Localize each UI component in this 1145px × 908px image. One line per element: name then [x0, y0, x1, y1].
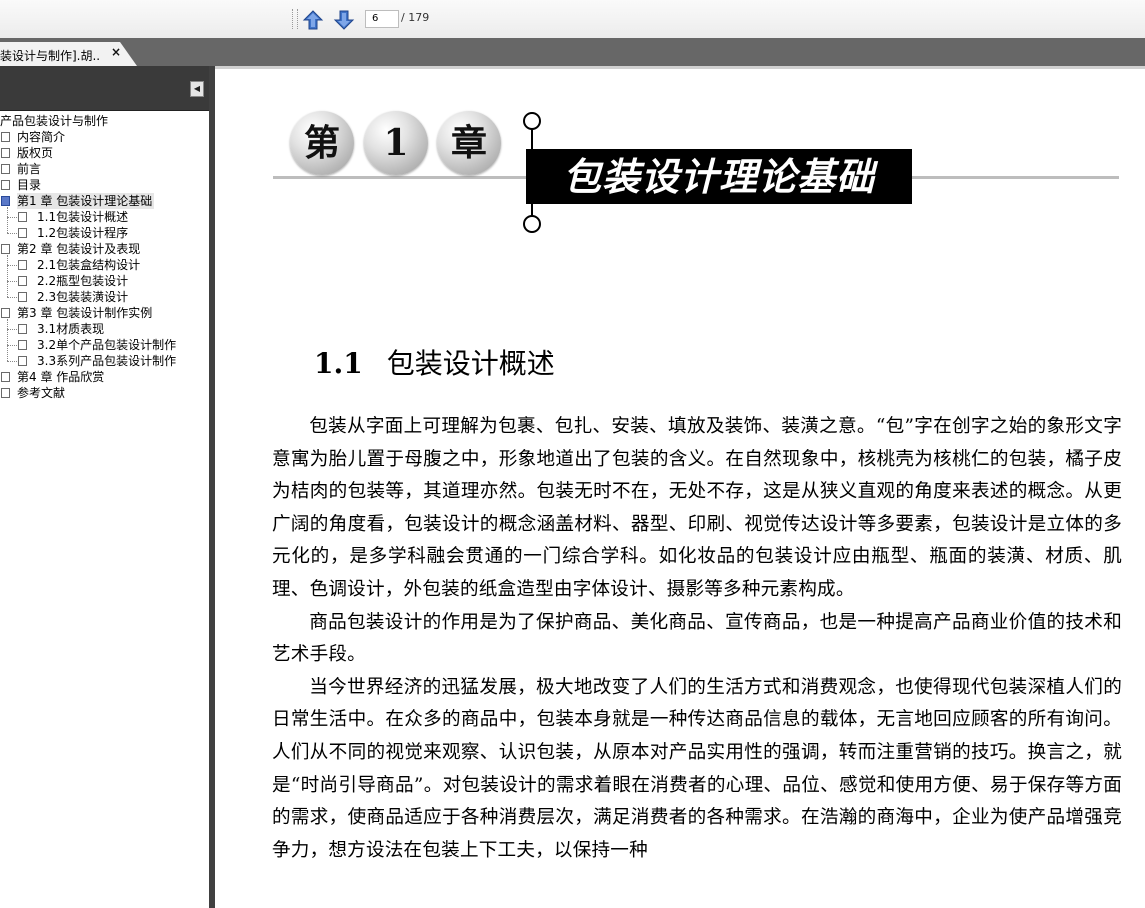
- bookmark-page-icon: [18, 292, 27, 302]
- section-heading: 1.1 包装设计概述: [314, 342, 555, 382]
- bookmark-page-icon: [1, 132, 10, 142]
- bookmark-page-icon: [18, 260, 27, 270]
- page-total: / 179: [401, 11, 430, 24]
- bookmark-label: 第3 章 包装设计制作实例: [17, 306, 153, 320]
- chapter-char-3: 章: [450, 122, 487, 164]
- bookmark-page-icon: [18, 212, 27, 222]
- ring-bottom: [523, 215, 541, 233]
- bookmark-item[interactable]: 产品包装设计与制作: [0, 113, 209, 129]
- arrow-up-icon: [302, 10, 324, 30]
- bookmark-item[interactable]: 2.1包装盒结构设计: [0, 257, 209, 273]
- tree-guide: [7, 207, 8, 233]
- bookmark-label: 2.2瓶型包装设计: [37, 274, 129, 288]
- bookmark-page-icon: [1, 196, 10, 206]
- bookmark-page-icon: [1, 148, 10, 158]
- chapter-badge-di: 第: [290, 111, 354, 175]
- bookmark-label: 版权页: [17, 146, 54, 160]
- bookmark-panel-header: ◀: [0, 66, 209, 111]
- bookmark-page-icon: [18, 356, 27, 366]
- chapter-badge-number: 1: [364, 111, 428, 175]
- bookmark-item[interactable]: 2.3包装装潢设计: [0, 289, 209, 305]
- tree-connector: [7, 297, 17, 298]
- section-title: 包装设计概述: [386, 347, 555, 380]
- section-number: 1.1: [314, 347, 363, 380]
- bookmark-item[interactable]: 1.1包装设计概述: [0, 209, 209, 225]
- tree-connector: [7, 329, 17, 330]
- bookmark-item[interactable]: 版权页: [0, 145, 209, 161]
- chapter-char-2: 1: [383, 122, 409, 164]
- paragraph: 当今世界经济的迅猛发展，极大地改变了人们的生活方式和消费观念，也使得现代包装深植…: [272, 676, 1122, 861]
- bookmark-label: 第4 章 作品欣赏: [17, 370, 105, 384]
- tree-connector: [7, 361, 17, 362]
- tree-connector: [7, 345, 17, 346]
- bookmark-label: 3.2单个产品包装设计制作: [37, 338, 177, 352]
- bookmark-label: 2.1包装盒结构设计: [37, 258, 141, 272]
- bookmark-page-icon: [1, 388, 10, 398]
- tree-guide: [7, 255, 8, 297]
- bookmark-label: 第1 章 包装设计理论基础: [17, 193, 155, 209]
- bookmark-item[interactable]: 目录: [0, 177, 209, 193]
- bookmark-label: 3.3系列产品包装设计制作: [37, 354, 177, 368]
- paragraph: 包装从字面上可理解为包裹、包扎、安装、填放及装饰、装潢之意。“包”字在创字之始的…: [272, 416, 1122, 600]
- document-tab[interactable]: 装设计与制作].胡... ×: [0, 42, 137, 66]
- bookmark-page-icon: [18, 324, 27, 334]
- bookmark-tree: 产品包装设计与制作内容简介版权页前言目录 第1 章 包装设计理论基础 1.1包装设计…: [0, 113, 209, 401]
- paragraph: 商品包装设计的作用是为了保护商品、美化商品、宣传商品，也是一种提高产品商业价值的…: [272, 611, 1122, 666]
- bookmark-item[interactable]: 参考文献: [0, 385, 209, 401]
- bookmark-item[interactable]: 3.3系列产品包装设计制作: [0, 353, 209, 369]
- document-tab-label: 装设计与制作].胡...: [0, 49, 100, 63]
- bookmark-label: 产品包装设计与制作: [0, 114, 109, 128]
- document-page: 第 1 章 包装设计理论基础 1.1 包装设计概述 包装从字面上可理解为包裹、包扎…: [215, 66, 1145, 908]
- bookmark-label: 内容简介: [17, 130, 66, 144]
- close-icon[interactable]: ×: [111, 45, 121, 59]
- bookmark-item[interactable]: 内容简介: [0, 129, 209, 145]
- chapter-title: 包装设计理论基础: [562, 154, 875, 199]
- body-text: 包装从字面上可理解为包裹、包扎、安装、填放及装饰、装潢之意。“包”字在创字之始的…: [272, 411, 1122, 867]
- chapter-badge-zhang: 章: [437, 111, 501, 175]
- bookmark-label: 1.2包装设计程序: [37, 226, 129, 240]
- page-number-input[interactable]: 6: [365, 10, 399, 28]
- toolbar: 6 / 179: [0, 0, 1145, 39]
- tree-connector: [7, 265, 17, 266]
- bookmark-item[interactable]: 第4 章 作品欣赏: [0, 369, 209, 385]
- page-top-border: [215, 66, 1145, 69]
- bookmark-item[interactable]: 前言: [0, 161, 209, 177]
- tab-bar: 装设计与制作].胡... ×: [0, 38, 1145, 66]
- bookmark-page-icon: [18, 228, 27, 238]
- previous-page-button[interactable]: [302, 9, 324, 31]
- bookmark-panel: ◀ 产品包装设计与制作内容简介版权页前言目录 第1 章 包装设计理论基础 1.1包装…: [0, 66, 209, 908]
- bookmark-page-icon: [1, 164, 10, 174]
- bookmark-page-icon: [1, 180, 10, 190]
- tree-connector: [7, 217, 17, 218]
- tree-connector: [7, 281, 17, 282]
- bookmark-page-icon: [18, 340, 27, 350]
- toolbar-grip[interactable]: [292, 9, 298, 29]
- bookmark-label: 1.1包装设计概述: [37, 210, 129, 224]
- tree-guide: [7, 319, 8, 361]
- chapter-char-1: 第: [303, 122, 340, 164]
- bookmark-page-icon: [1, 308, 10, 318]
- collapse-panel-button[interactable]: ◀: [190, 81, 204, 97]
- bookmark-label: 参考文献: [17, 386, 66, 400]
- tree-connector: [7, 233, 17, 234]
- bookmark-label: 前言: [17, 162, 42, 176]
- chapter-title-block: 包装设计理论基础: [526, 149, 912, 204]
- bookmark-item[interactable]: 1.2包装设计程序: [0, 225, 209, 241]
- bookmark-page-icon: [1, 244, 10, 254]
- bookmark-label: 2.3包装装潢设计: [37, 290, 129, 304]
- bookmark-label: 目录: [17, 178, 42, 192]
- bookmark-label: 3.1材质表现: [37, 322, 105, 336]
- bookmark-item[interactable]: 第3 章 包装设计制作实例: [0, 305, 209, 321]
- bookmark-page-icon: [18, 276, 27, 286]
- bookmark-item[interactable]: 第1 章 包装设计理论基础: [0, 193, 209, 209]
- bookmark-item[interactable]: 3.1材质表现: [0, 321, 209, 337]
- bookmark-label: 第2 章 包装设计及表现: [17, 242, 141, 256]
- bookmark-item[interactable]: 2.2瓶型包装设计: [0, 273, 209, 289]
- bookmark-item[interactable]: 3.2单个产品包装设计制作: [0, 337, 209, 353]
- next-page-button[interactable]: [333, 9, 355, 31]
- ring-top: [523, 112, 541, 130]
- arrow-down-icon: [333, 10, 355, 30]
- bookmark-page-icon: [1, 372, 10, 382]
- bookmark-item[interactable]: 第2 章 包装设计及表现: [0, 241, 209, 257]
